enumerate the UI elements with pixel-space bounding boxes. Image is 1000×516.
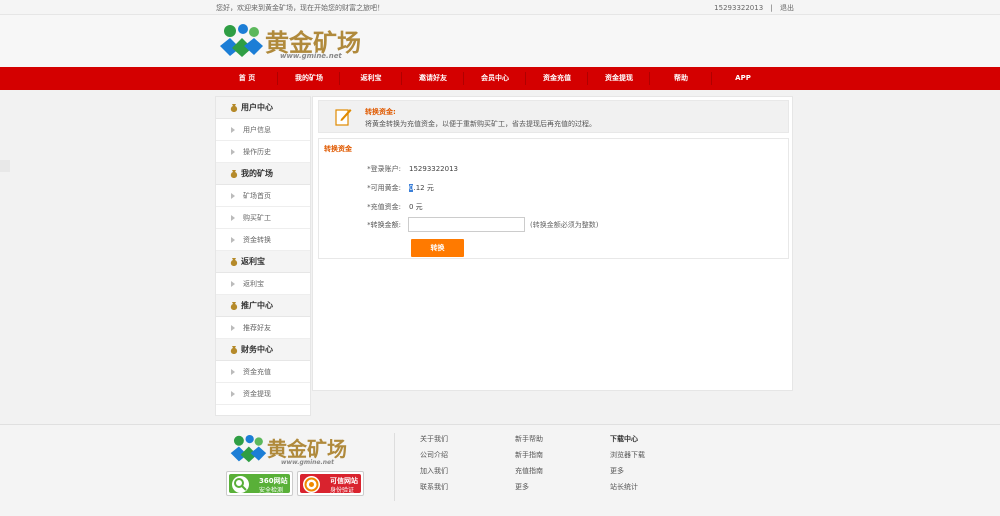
site-logo[interactable]: 黄金矿场 www.gmine.net [218, 22, 368, 62]
money-bag-icon [230, 302, 238, 310]
arrow-right-icon [231, 193, 235, 199]
nav-invite[interactable]: 邀请好友 [402, 67, 464, 90]
main-nav: 首 页 我的矿场 返利宝 邀请好友 会员中心 资金充值 资金提现 帮助 APP [0, 67, 1000, 90]
notice-title: 转换资金: [365, 108, 396, 116]
footer-logo-url: www.gmine.net [281, 459, 334, 466]
row-account: *登录账户: 15293322013 [319, 162, 790, 176]
logo-mark-icon [230, 434, 267, 463]
nav-my-mine[interactable]: 我的矿场 [278, 67, 340, 90]
nav-member-center[interactable]: 会员中心 [464, 67, 526, 90]
arrow-right-icon [231, 281, 235, 287]
footer-divider [394, 433, 395, 501]
money-bag-icon [230, 346, 238, 354]
badge-360-security[interactable]: 360网站 安全检测 [226, 471, 293, 496]
sidebar-item-fund-transfer[interactable]: 资金转换 [216, 229, 310, 251]
magnifier-icon [232, 476, 249, 493]
sidebar-item-mine-home[interactable]: 矿场首页 [216, 185, 310, 207]
main-panel: 转换资金: 将黄金转换为充值资金，以便于重新购买矿工，省去提现后再充值的过程。 … [312, 96, 793, 391]
footer-link[interactable]: 新手指南 [515, 450, 543, 466]
form-title: 转换资金 [324, 145, 352, 153]
account-value: 15293322013 [409, 165, 458, 173]
welcome-text: 您好，欢迎来到黄金矿场，现在开始您的财富之旅吧！ [216, 4, 384, 12]
row-amount: *转换金额: (转换金额必须为整数) [319, 217, 790, 232]
footer-link[interactable]: 充值指南 [515, 466, 543, 482]
nav-home[interactable]: 首 页 [216, 67, 278, 90]
nav-help[interactable]: 帮助 [650, 67, 712, 90]
footer-link[interactable]: 新手帮助 [515, 434, 543, 450]
footer-link[interactable]: 站长统计 [610, 482, 645, 498]
sidebar-group-promotion: 推广中心 [216, 295, 310, 317]
amount-input[interactable] [408, 217, 525, 232]
footer-link[interactable]: 加入我们 [420, 466, 448, 482]
arrow-right-icon [231, 149, 235, 155]
sidebar-item-rebate[interactable]: 返利宝 [216, 273, 310, 295]
trust-seal-icon [303, 476, 320, 493]
arrow-right-icon [231, 237, 235, 243]
sidebar-group-finance: 财务中心 [216, 339, 310, 361]
amount-hint: (转换金额必须为整数) [530, 221, 599, 229]
sidebar-item-buy-miner[interactable]: 购买矿工 [216, 207, 310, 229]
footer-logo-title: 黄金矿场 [267, 437, 347, 461]
arrow-right-icon [231, 215, 235, 221]
footer-logo[interactable]: 黄金矿场 www.gmine.net [229, 433, 379, 467]
nav-recharge[interactable]: 资金充值 [526, 67, 588, 90]
sidebar-group-my-mine: 我的矿场 [216, 163, 310, 185]
logo-mark-icon [220, 24, 263, 57]
sidebar: 用户中心 用户信息 操作历史 我的矿场 矿场首页 购买矿工 资金转换 返利宝 返… [215, 96, 311, 416]
logo-url: www.gmine.net [280, 52, 342, 60]
sidebar-group-user-center: 用户中心 [216, 97, 310, 119]
footer-col-about: 关于我们 公司介绍 加入我们 联系我们 [420, 434, 448, 498]
footer-link[interactable]: 更多 [515, 482, 543, 498]
nav-rebate[interactable]: 返利宝 [340, 67, 402, 90]
notice-box: 转换资金: 将黄金转换为充值资金，以便于重新购买矿工，省去提现后再充值的过程。 [318, 100, 789, 133]
sidebar-item-history[interactable]: 操作历史 [216, 141, 310, 163]
nav-withdraw[interactable]: 资金提现 [588, 67, 650, 90]
footer-link[interactable]: 浏览器下载 [610, 450, 645, 466]
nav-app[interactable]: APP [712, 67, 774, 90]
footer-link[interactable]: 联系我们 [420, 482, 448, 498]
arrow-right-icon [231, 127, 235, 133]
gold-label: 可用黄金: [370, 184, 401, 192]
sidebar-group-rebate: 返利宝 [216, 251, 310, 273]
side-float-tab[interactable] [0, 160, 10, 172]
footer-link[interactable]: 下载中心 [610, 434, 645, 450]
sidebar-item-user-info[interactable]: 用户信息 [216, 119, 310, 141]
row-recharge: *充值资金: 0 元 [319, 200, 790, 214]
edit-note-icon [335, 109, 352, 126]
header: 黄金矿场 www.gmine.net [0, 15, 1000, 67]
sidebar-item-withdraw[interactable]: 资金提现 [216, 383, 310, 405]
arrow-right-icon [231, 391, 235, 397]
footer-col-download: 下载中心 浏览器下载 更多 站长统计 [610, 434, 645, 498]
money-bag-icon [230, 170, 238, 178]
recharge-label: 充值资金: [370, 203, 401, 211]
sidebar-item-recharge[interactable]: 资金充值 [216, 361, 310, 383]
footer-link[interactable]: 公司介绍 [420, 450, 448, 466]
amount-label: 转换金额: [370, 221, 401, 229]
row-gold: *可用黄金: 0.12 元 [319, 181, 790, 195]
transfer-form: 转换资金 *登录账户: 15293322013 *可用黄金: 0.12 元 *充… [318, 138, 789, 259]
account-label: 登录账户: [370, 165, 401, 173]
footer-col-help: 新手帮助 新手指南 充值指南 更多 [515, 434, 543, 498]
footer: 黄金矿场 www.gmine.net 360网站 安全检测 可信网站 身份验证 … [0, 424, 1000, 516]
footer-link[interactable]: 关于我们 [420, 434, 448, 450]
footer-link[interactable]: 更多 [610, 466, 645, 482]
recharge-value: 0 元 [409, 203, 423, 211]
notice-text: 将黄金转换为充值资金，以便于重新购买矿工，省去提现后再充值的过程。 [365, 120, 596, 128]
account-area: 15293322013 | 退出 [714, 4, 794, 12]
convert-button[interactable]: 转换 [411, 239, 464, 257]
money-bag-icon [230, 258, 238, 266]
badge-trusted-site[interactable]: 可信网站 身份验证 [297, 471, 364, 496]
logout-link[interactable]: 退出 [780, 4, 794, 12]
money-bag-icon [230, 104, 238, 112]
arrow-right-icon [231, 369, 235, 375]
account-link[interactable]: 15293322013 [714, 4, 763, 12]
top-bar: 您好，欢迎来到黄金矿场，现在开始您的财富之旅吧！ 15293322013 | 退… [0, 0, 1000, 15]
gold-value: 0.12 元 [409, 184, 434, 192]
arrow-right-icon [231, 325, 235, 331]
sidebar-item-refer-friend[interactable]: 推荐好友 [216, 317, 310, 339]
